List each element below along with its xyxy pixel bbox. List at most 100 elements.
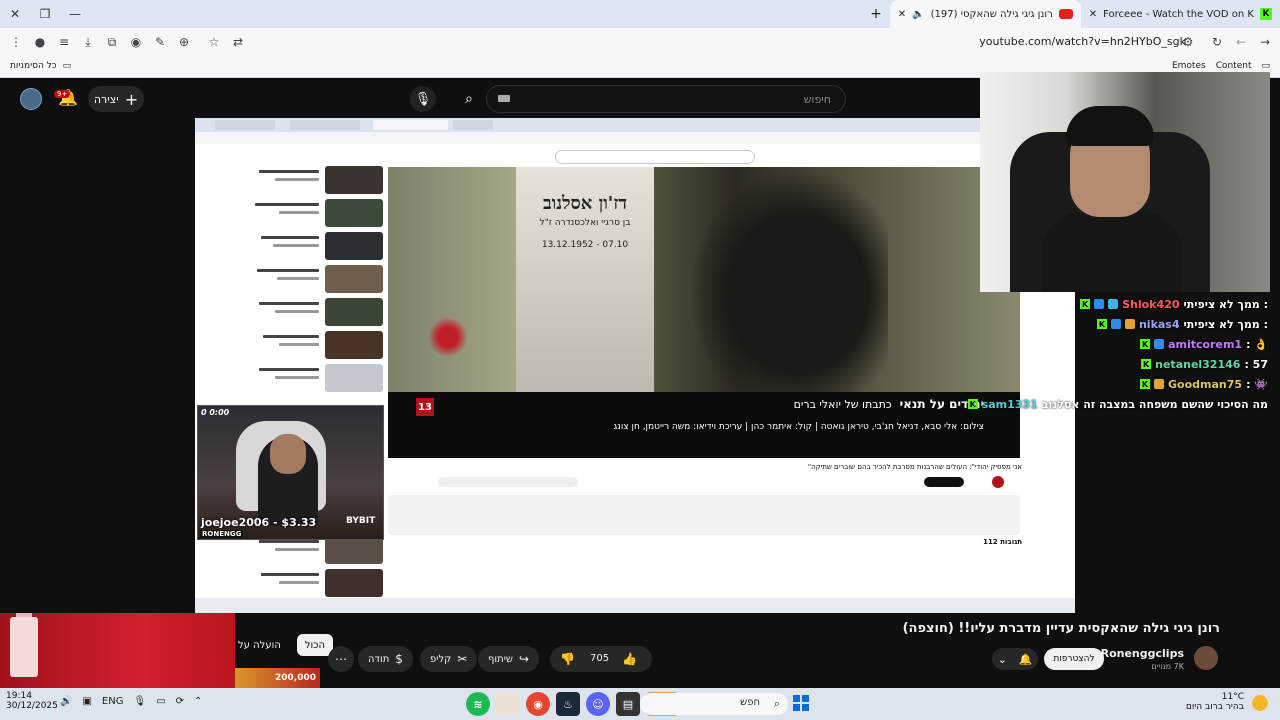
clock[interactable]: 19:14 30/12/2025: [6, 691, 58, 711]
reload-icon[interactable]: ↻: [1205, 30, 1229, 54]
menu-dots-icon[interactable]: ⋮: [4, 30, 28, 54]
search-icon: ⌕: [773, 697, 780, 710]
mourner-image: [688, 167, 888, 397]
extension-b-icon[interactable]: ✎: [148, 30, 172, 54]
page-tune-icon[interactable]: ⚙: [1176, 30, 1200, 54]
folder-icon: ▭: [62, 61, 72, 71]
chat-message: K Shlok420 ממך לא ציפיתי :: [1080, 294, 1268, 314]
inner-tab: [373, 120, 448, 130]
caption-credits: צילום: אלי סבא, דניאל חג'בי, טיראן גואטה…: [613, 422, 984, 432]
extension-c-icon[interactable]: ⊕: [172, 30, 196, 54]
inner-tab: [453, 120, 493, 130]
chat-message: K netanel32146 : 57: [1141, 354, 1268, 374]
close-tab-icon[interactable]: ✕: [898, 9, 906, 20]
windows-taskbar: 19:14 30/12/2025 🔊 ▣ ENG 🎙 ▭ ⟳ ⌃ ≋ ◉ ♨ ☺…: [0, 688, 1280, 720]
thanks-button[interactable]: תודה $: [358, 646, 413, 672]
sync-icon[interactable]: ⟳: [176, 696, 184, 707]
search-icon[interactable]: ⌕: [452, 86, 486, 112]
spotify-icon[interactable]: ≋: [466, 692, 490, 716]
tab-kick[interactable]: ✕ Forceee - Watch the VOD on K K: [1081, 0, 1280, 28]
chat-overlay: K Shlok420 ממך לא ציפיתי : K nikas4 ממך …: [967, 292, 1280, 414]
tab-youtube[interactable]: ✕ 🔈 (197) רונן גיגי גילה שהאקסי: [889, 0, 1081, 28]
display-icon[interactable]: ▣: [82, 696, 91, 707]
like-icon[interactable]: 👍: [622, 652, 637, 666]
inner-description: [388, 495, 1020, 535]
account-avatar[interactable]: [20, 88, 42, 110]
promo-strip[interactable]: 200,000: [235, 668, 320, 688]
list-item: [235, 331, 383, 361]
headstone-name: דז'ון אסלנוב: [543, 193, 627, 214]
channel-name[interactable]: Ronenggclips: [1101, 647, 1184, 660]
inner-actions-row: [388, 475, 1020, 489]
search-input[interactable]: חיפוש: [486, 85, 846, 113]
chat-username: Shlok420: [1122, 297, 1180, 311]
streamer-hair-image: [1066, 106, 1154, 146]
minimize-window-icon[interactable]: —: [60, 0, 90, 28]
chat-text: ממך לא ציפיתי :: [1183, 317, 1268, 331]
extension-a-icon[interactable]: ◉: [124, 30, 148, 54]
weather-widget[interactable]: 11°C בהיר ברוב היום: [1186, 692, 1244, 712]
notification-bell-button[interactable]: ⌄ 🔔: [992, 648, 1038, 670]
thanks-label: תודה: [368, 653, 390, 665]
more-actions-button[interactable]: ⋯: [328, 646, 354, 672]
clock-date: 30/12/2025: [6, 701, 58, 711]
voice-search-icon[interactable]: 🎙: [410, 86, 436, 112]
discord-icon[interactable]: ☺: [586, 692, 610, 716]
donation-alert: joejoe2006 - $3.33: [201, 516, 317, 529]
clip-button[interactable]: קליפ ✂: [420, 646, 478, 672]
profile-icon[interactable]: ●: [28, 30, 52, 54]
kick-badge-icon: K: [1140, 339, 1151, 349]
tab-youtube-label: (197) רונן גיגי גילה שהאקסי: [930, 8, 1053, 20]
all-bookmarks-label: כל הסימניות: [10, 61, 57, 71]
kick-badge-icon: K: [1140, 379, 1151, 389]
media-control-icon[interactable]: ≡: [52, 30, 76, 54]
create-button[interactable]: יצירה +: [88, 86, 144, 112]
inner-recommendations: [195, 166, 385, 606]
chip-uploaded-by[interactable]: הועלה על: [230, 634, 289, 656]
windows-start-icon[interactable]: [793, 695, 809, 711]
steam-icon[interactable]: ♨: [556, 692, 580, 716]
ad-banner[interactable]: [0, 613, 235, 688]
tab-strip: + ✕ 🔈 (197) רונן גיגי גילה שהאקסי ✕ Forc…: [862, 0, 1280, 28]
close-tab-icon[interactable]: ✕: [1089, 9, 1097, 20]
chip-all[interactable]: הכול: [296, 634, 334, 656]
extensions-icon[interactable]: ⧉: [100, 30, 124, 54]
address-bar[interactable]: youtube.com/watch?v=hn2HYbO_sgk: [220, 32, 1200, 52]
keyboard-icon[interactable]: [498, 95, 510, 102]
restore-window-icon[interactable]: ❐: [30, 0, 60, 28]
list-item: [235, 364, 383, 394]
news-caption-bar: 13 כתבתו של יואלי ברים יהודים על תנאי צי…: [388, 392, 1020, 458]
chrome-icon[interactable]: ◉: [526, 692, 550, 716]
chat-username: sam1331: [981, 397, 1038, 411]
subscribe-button[interactable]: להצטרפות: [1044, 648, 1104, 670]
system-tray: 🔊 ▣ ENG 🎙 ▭ ⟳ ⌃: [60, 696, 202, 707]
volume-icon[interactable]: 🔊: [60, 696, 72, 707]
list-item: [235, 199, 383, 229]
bookmark-emotes[interactable]: Emotes: [1172, 61, 1206, 71]
file-explorer-icon[interactable]: ▤: [616, 692, 640, 716]
tray-overflow-icon[interactable]: ⌃: [194, 696, 202, 707]
language-indicator[interactable]: ENG: [102, 696, 124, 707]
dislike-icon[interactable]: 👎: [560, 652, 575, 666]
clip-label: קליפ: [430, 653, 452, 665]
folder-icon: ▭: [1261, 61, 1270, 71]
more-dots-icon: ⋯: [335, 652, 347, 666]
inner-tab-bar: [195, 118, 1075, 132]
channel13-logo: 13: [416, 398, 434, 416]
list-item: [235, 298, 383, 328]
bookmark-content[interactable]: Content: [1216, 61, 1252, 71]
new-tab-button[interactable]: +: [862, 0, 890, 28]
network-icon[interactable]: ▭: [156, 696, 165, 707]
back-icon[interactable]: ←: [1229, 30, 1253, 54]
sub-badge-icon: [1110, 319, 1121, 329]
taskbar-search[interactable]: חפש ⌕: [640, 693, 788, 715]
speaker-icon[interactable]: 🔈: [912, 9, 924, 20]
channel-avatar[interactable]: [1194, 646, 1218, 670]
forward-icon[interactable]: →: [1253, 30, 1277, 54]
all-bookmarks[interactable]: כל הסימניות ▭: [10, 61, 71, 71]
app-icon[interactable]: [496, 692, 520, 716]
close-window-icon[interactable]: ✕: [0, 0, 30, 28]
share-button[interactable]: שיתוף ↪: [478, 646, 540, 672]
microphone-icon[interactable]: 🎙: [133, 696, 146, 707]
download-icon[interactable]: ⤓: [76, 30, 100, 54]
